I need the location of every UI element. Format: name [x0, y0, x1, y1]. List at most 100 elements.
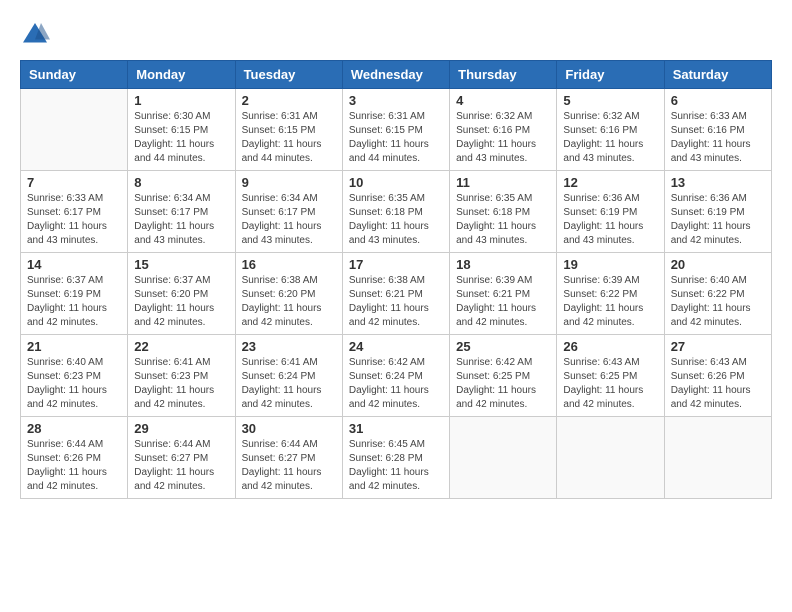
day-number: 12	[563, 175, 657, 190]
calendar-cell: 28 Sunrise: 6:44 AMSunset: 6:26 PMDayligh…	[21, 417, 128, 499]
calendar-cell: 20 Sunrise: 6:40 AMSunset: 6:22 PMDayligh…	[664, 253, 771, 335]
day-detail: Sunrise: 6:37 AMSunset: 6:20 PMDaylight:…	[134, 274, 228, 330]
calendar-cell	[450, 417, 557, 499]
calendar-cell: 19 Sunrise: 6:39 AMSunset: 6:22 PMDayligh…	[557, 253, 664, 335]
day-number: 25	[456, 339, 550, 354]
calendar-cell: 8 Sunrise: 6:34 AMSunset: 6:17 PMDaylight…	[128, 171, 235, 253]
calendar-cell: 10Sunrise: 6:35 AMSunset: 6:18 PMDayligh…	[342, 171, 449, 253]
calendar-cell: 14 Sunrise: 6:37 AMSunset: 6:19 PMDayligh…	[21, 253, 128, 335]
day-detail: Sunrise: 6:32 AMSunset: 6:16 PMDaylight:…	[456, 110, 550, 166]
calendar-cell: 6 Sunrise: 6:33 AMSunset: 6:16 PMDaylight…	[664, 89, 771, 171]
day-detail: Sunrise: 6:33 AMSunset: 6:16 PMDaylight:…	[671, 110, 765, 166]
day-detail: Sunrise: 6:40 AMSunset: 6:22 PMDaylight:…	[671, 274, 765, 330]
day-detail: Sunrise: 6:33 AMSunset: 6:17 PMDaylight:…	[27, 192, 121, 248]
day-number: 11	[456, 175, 550, 190]
day-number: 22	[134, 339, 228, 354]
day-detail: Sunrise: 6:42 AMSunset: 6:25 PMDaylight:…	[456, 356, 550, 412]
day-detail: Sunrise: 6:39 AMSunset: 6:22 PMDaylight:…	[563, 274, 657, 330]
calendar-cell: 17 Sunrise: 6:38 AMSunset: 6:21 PMDayligh…	[342, 253, 449, 335]
calendar-cell: 2 Sunrise: 6:31 AMSunset: 6:15 PMDaylight…	[235, 89, 342, 171]
calendar-cell: 18 Sunrise: 6:39 AMSunset: 6:21 PMDayligh…	[450, 253, 557, 335]
day-number: 3	[349, 93, 443, 108]
calendar-cell: 23 Sunrise: 6:41 AMSunset: 6:24 PMDayligh…	[235, 335, 342, 417]
day-number: 5	[563, 93, 657, 108]
day-detail: Sunrise: 6:31 AMSunset: 6:15 PMDaylight:…	[242, 110, 336, 166]
day-detail: Sunrise: 6:37 AMSunset: 6:19 PMDaylight:…	[27, 274, 121, 330]
calendar-cell	[21, 89, 128, 171]
day-number: 27	[671, 339, 765, 354]
calendar-cell: 15Sunrise: 6:37 AMSunset: 6:20 PMDayligh…	[128, 253, 235, 335]
day-header-thursday: Thursday	[450, 61, 557, 89]
day-detail: Sunrise: 6:34 AMSunset: 6:17 PMDaylight:…	[242, 192, 336, 248]
calendar-cell: 4 Sunrise: 6:32 AMSunset: 6:16 PMDaylight…	[450, 89, 557, 171]
calendar-cell	[557, 417, 664, 499]
day-number: 4	[456, 93, 550, 108]
day-number: 14	[27, 257, 121, 272]
day-detail: Sunrise: 6:36 AMSunset: 6:19 PMDaylight:…	[563, 192, 657, 248]
day-number: 26	[563, 339, 657, 354]
logo-icon	[20, 20, 50, 50]
calendar-cell: 24Sunrise: 6:42 AMSunset: 6:24 PMDayligh…	[342, 335, 449, 417]
day-detail: Sunrise: 6:44 AMSunset: 6:26 PMDaylight:…	[27, 438, 121, 494]
day-detail: Sunrise: 6:43 AMSunset: 6:25 PMDaylight:…	[563, 356, 657, 412]
calendar-cell: 9 Sunrise: 6:34 AMSunset: 6:17 PMDaylight…	[235, 171, 342, 253]
days-header-row: SundayMondayTuesdayWednesdayThursdayFrid…	[21, 61, 772, 89]
day-number: 23	[242, 339, 336, 354]
day-number: 6	[671, 93, 765, 108]
day-detail: Sunrise: 6:40 AMSunset: 6:23 PMDaylight:…	[27, 356, 121, 412]
day-number: 28	[27, 421, 121, 436]
day-number: 21	[27, 339, 121, 354]
day-header-tuesday: Tuesday	[235, 61, 342, 89]
calendar-cell: 30Sunrise: 6:44 AMSunset: 6:27 PMDayligh…	[235, 417, 342, 499]
day-detail: Sunrise: 6:36 AMSunset: 6:19 PMDaylight:…	[671, 192, 765, 248]
day-header-wednesday: Wednesday	[342, 61, 449, 89]
calendar-cell: 7 Sunrise: 6:33 AMSunset: 6:17 PMDaylight…	[21, 171, 128, 253]
day-detail: Sunrise: 6:41 AMSunset: 6:23 PMDaylight:…	[134, 356, 228, 412]
calendar-cell: 13 Sunrise: 6:36 AMSunset: 6:19 PMDayligh…	[664, 171, 771, 253]
day-detail: Sunrise: 6:34 AMSunset: 6:17 PMDaylight:…	[134, 192, 228, 248]
logo	[20, 20, 54, 50]
day-number: 9	[242, 175, 336, 190]
day-number: 16	[242, 257, 336, 272]
day-detail: Sunrise: 6:30 AMSunset: 6:15 PMDaylight:…	[134, 110, 228, 166]
day-number: 24	[349, 339, 443, 354]
day-detail: Sunrise: 6:44 AMSunset: 6:27 PMDaylight:…	[134, 438, 228, 494]
calendar-cell: 29Sunrise: 6:44 AMSunset: 6:27 PMDayligh…	[128, 417, 235, 499]
page-header	[20, 20, 772, 50]
day-number: 10	[349, 175, 443, 190]
calendar-cell: 31 Sunrise: 6:45 AMSunset: 6:28 PMDayligh…	[342, 417, 449, 499]
calendar-week-row: 28 Sunrise: 6:44 AMSunset: 6:26 PMDayligh…	[21, 417, 772, 499]
day-number: 7	[27, 175, 121, 190]
calendar-cell: 1 Sunrise: 6:30 AMSunset: 6:15 PMDaylight…	[128, 89, 235, 171]
calendar-cell: 27 Sunrise: 6:43 AMSunset: 6:26 PMDayligh…	[664, 335, 771, 417]
day-number: 20	[671, 257, 765, 272]
calendar-cell: 12 Sunrise: 6:36 AMSunset: 6:19 PMDayligh…	[557, 171, 664, 253]
day-detail: Sunrise: 6:31 AMSunset: 6:15 PMDaylight:…	[349, 110, 443, 166]
day-number: 19	[563, 257, 657, 272]
calendar-table: SundayMondayTuesdayWednesdayThursdayFrid…	[20, 60, 772, 499]
calendar-week-row: 21 Sunrise: 6:40 AMSunset: 6:23 PMDayligh…	[21, 335, 772, 417]
calendar-cell: 5 Sunrise: 6:32 AMSunset: 6:16 PMDaylight…	[557, 89, 664, 171]
day-detail: Sunrise: 6:43 AMSunset: 6:26 PMDaylight:…	[671, 356, 765, 412]
day-number: 2	[242, 93, 336, 108]
day-number: 17	[349, 257, 443, 272]
calendar-cell: 16 Sunrise: 6:38 AMSunset: 6:20 PMDayligh…	[235, 253, 342, 335]
day-number: 8	[134, 175, 228, 190]
day-header-sunday: Sunday	[21, 61, 128, 89]
day-detail: Sunrise: 6:41 AMSunset: 6:24 PMDaylight:…	[242, 356, 336, 412]
calendar-week-row: 7 Sunrise: 6:33 AMSunset: 6:17 PMDaylight…	[21, 171, 772, 253]
day-number: 1	[134, 93, 228, 108]
day-detail: Sunrise: 6:45 AMSunset: 6:28 PMDaylight:…	[349, 438, 443, 494]
day-header-monday: Monday	[128, 61, 235, 89]
day-number: 31	[349, 421, 443, 436]
day-detail: Sunrise: 6:38 AMSunset: 6:21 PMDaylight:…	[349, 274, 443, 330]
calendar-week-row: 14 Sunrise: 6:37 AMSunset: 6:19 PMDayligh…	[21, 253, 772, 335]
day-detail: Sunrise: 6:35 AMSunset: 6:18 PMDaylight:…	[456, 192, 550, 248]
day-detail: Sunrise: 6:38 AMSunset: 6:20 PMDaylight:…	[242, 274, 336, 330]
day-detail: Sunrise: 6:32 AMSunset: 6:16 PMDaylight:…	[563, 110, 657, 166]
calendar-cell: 3 Sunrise: 6:31 AMSunset: 6:15 PMDaylight…	[342, 89, 449, 171]
calendar-cell: 25 Sunrise: 6:42 AMSunset: 6:25 PMDayligh…	[450, 335, 557, 417]
day-number: 18	[456, 257, 550, 272]
day-detail: Sunrise: 6:39 AMSunset: 6:21 PMDaylight:…	[456, 274, 550, 330]
day-number: 13	[671, 175, 765, 190]
